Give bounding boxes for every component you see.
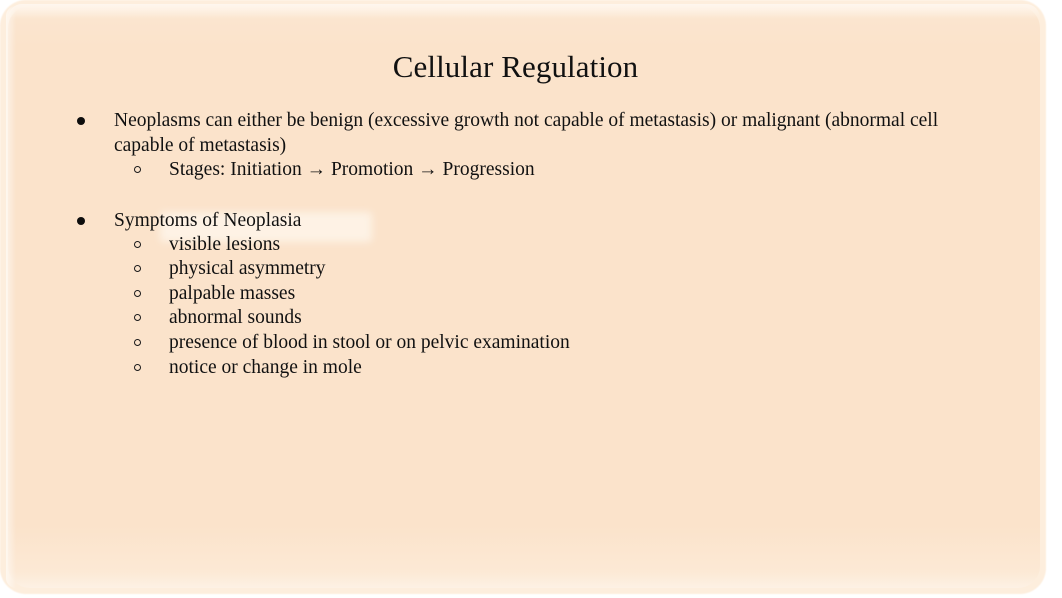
slide-body: Neoplasms can either be benign (excessiv… (64, 108, 994, 380)
bullet-item-level2[interactable]: Stages: Initiation → Promotion → Progres… (64, 158, 994, 183)
hollow-circle-bullet-icon (134, 314, 141, 322)
bullet-item-level1[interactable]: Neoplasms can either be benign (excessiv… (64, 108, 994, 158)
filled-disc-bullet-icon (77, 216, 85, 225)
bullet-item-level2[interactable]: visible lesions (64, 233, 994, 258)
presentation-slide: Cellular Regulation Neoplasms can either… (0, 0, 1062, 598)
slide-content: Cellular Regulation Neoplasms can either… (8, 6, 1040, 588)
bullet-text: notice or change in mole (169, 356, 362, 378)
sub-bullet-list: visible lesions physical asymmetry palpa… (64, 233, 994, 381)
bullet-item-level2[interactable]: abnormal sounds (64, 306, 994, 331)
bullet-text: visible lesions (169, 233, 281, 255)
bullet-text: abnormal sounds (169, 307, 302, 329)
filled-disc-bullet-icon (77, 117, 85, 125)
bullet-item-level2[interactable]: notice or change in mole (64, 356, 994, 381)
hollow-circle-bullet-icon (134, 166, 141, 173)
bullet-item-level1[interactable]: Symptoms of Neoplasia (64, 208, 994, 233)
hollow-circle-bullet-icon (134, 240, 141, 248)
bullet-text: Neoplasms can either be benign (excessiv… (114, 110, 939, 156)
sub-bullet-list: Stages: Initiation → Promotion → Progres… (64, 158, 994, 183)
bullet-text: palpable masses (169, 282, 296, 304)
bullet-group-spacer (64, 183, 994, 208)
bullet-text: Stages: Initiation → Promotion → Progres… (169, 159, 535, 180)
hollow-circle-bullet-icon (134, 265, 141, 273)
bullet-text: presence of blood in stool or on pelvic … (169, 331, 570, 353)
hollow-circle-bullet-icon (134, 338, 141, 346)
bullet-text: Symptoms of Neoplasia (114, 209, 302, 231)
bullet-item-level2[interactable]: presence of blood in stool or on pelvic … (64, 331, 994, 356)
bullet-item-level2[interactable]: physical asymmetry (64, 257, 994, 282)
hollow-circle-bullet-icon (134, 363, 141, 371)
bullet-text: physical asymmetry (169, 258, 326, 280)
hollow-circle-bullet-icon (134, 289, 141, 297)
slide-title: Cellular Regulation (392, 49, 639, 84)
bullet-item-level2[interactable]: palpable masses (64, 282, 994, 307)
